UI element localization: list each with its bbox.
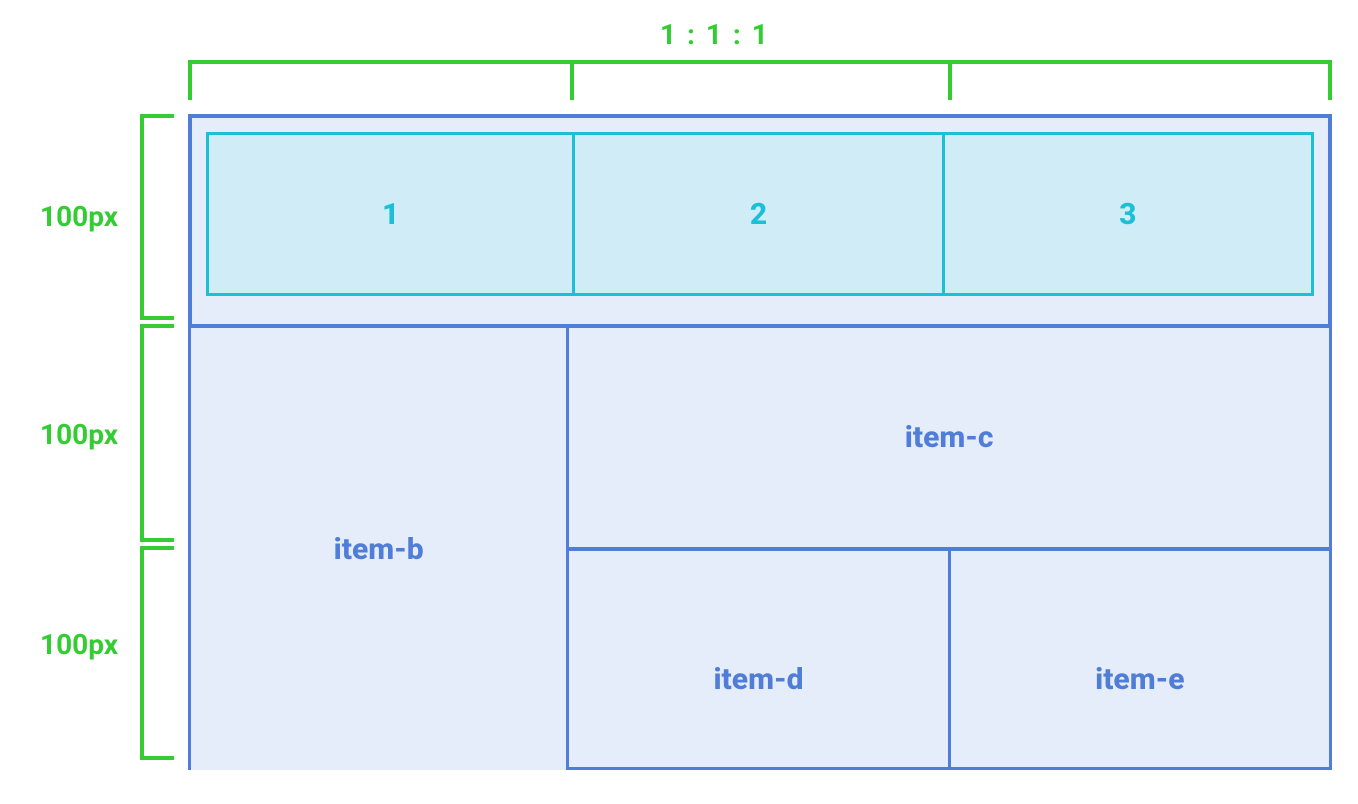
subgrid-cell-2: 2 [575,132,944,296]
column-tick-icon [948,60,952,100]
column-ratio-label: 1 : 1 : 1 [660,18,770,51]
column-tick-icon [570,60,574,100]
grid-item-e: item-e [951,547,1332,770]
grid-item-c: item-c [569,324,1332,547]
subgrid-container: 1 2 3 [206,132,1314,296]
grid-main-area: item-b item-c item-d item-e [188,324,1332,770]
row-bracket-icon [140,324,174,542]
row-height-label: 100px [40,628,118,661]
column-bracket [188,60,1332,100]
row-bracket-icon [140,114,174,320]
subgrid-cell-3: 3 [945,132,1314,296]
diagram-stage: 1 : 1 : 1 100px 100px 100px 1 2 3 item-b… [0,0,1358,804]
row-height-label: 100px [40,418,118,451]
grid-item-d: item-d [569,547,950,770]
grid-container: 1 2 3 item-b item-c item-d item-e [188,114,1332,762]
row-bracket-icon [140,546,174,760]
row-height-label: 100px [40,200,118,233]
grid-item-b: item-b [188,324,569,770]
subgrid-cell-1: 1 [206,132,575,296]
